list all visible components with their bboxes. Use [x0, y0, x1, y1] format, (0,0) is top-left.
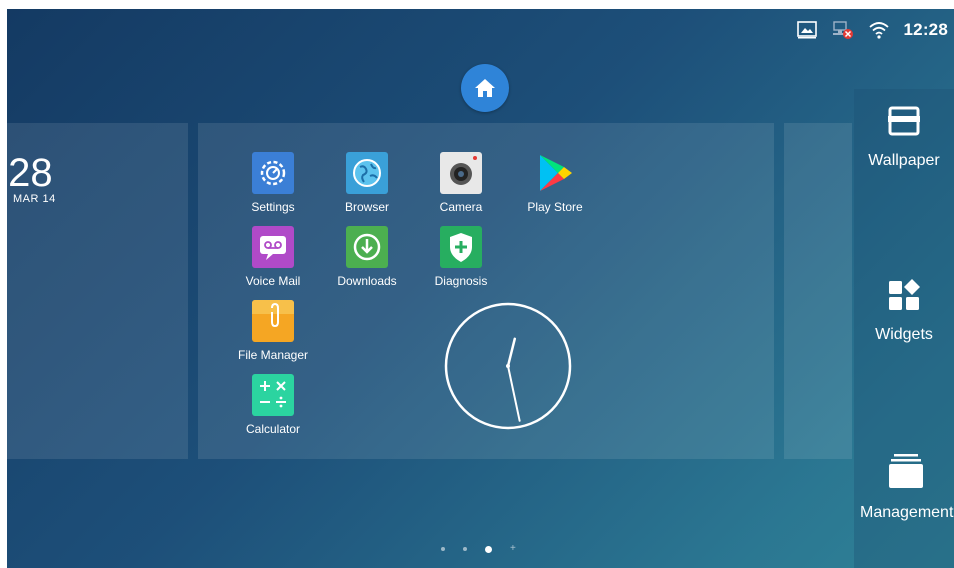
- app-label: File Manager: [237, 348, 309, 362]
- screenshot-icon: [796, 20, 818, 40]
- app-play-store[interactable]: Play Store: [517, 152, 593, 214]
- page-dot-current[interactable]: [485, 545, 492, 553]
- page-preview-right[interactable]: [784, 123, 852, 459]
- app-browser[interactable]: Browser: [329, 152, 405, 214]
- clock-date: MAR 14: [13, 193, 56, 205]
- camera-icon: [440, 152, 482, 194]
- clock-hour-hand: [506, 337, 517, 368]
- status-time: 12:28: [903, 20, 948, 39]
- app-diagnosis[interactable]: Diagnosis: [423, 226, 499, 288]
- app-label: Calculator: [245, 422, 301, 436]
- add-page-icon[interactable]: +: [510, 544, 516, 554]
- management-button[interactable]: Management: [858, 451, 954, 522]
- app-voice-mail[interactable]: Voice Mail: [235, 226, 311, 288]
- wallpaper-icon: [888, 106, 920, 136]
- side-menu-label: Management: [860, 504, 954, 521]
- launcher-screen: 12:28 :28 MAR 14 Settings Browser Camera: [7, 9, 954, 568]
- settings-icon: [252, 152, 294, 194]
- app-label: Browser: [344, 200, 389, 214]
- app-label: Downloads: [337, 274, 397, 288]
- widgets-button[interactable]: Widgets: [854, 277, 954, 344]
- home-icon: [475, 79, 495, 97]
- clock-minute-hand: [507, 365, 521, 422]
- page-dot[interactable]: [463, 547, 467, 551]
- widgets-icon: [889, 279, 920, 310]
- file-manager-icon: [252, 300, 294, 342]
- page-indicator: +: [441, 544, 516, 554]
- app-calculator[interactable]: Calculator: [235, 374, 311, 436]
- diagnosis-icon: [440, 226, 482, 268]
- home-button[interactable]: [461, 64, 509, 112]
- status-bar: 12:28: [796, 19, 948, 41]
- app-downloads[interactable]: Downloads: [329, 226, 405, 288]
- app-label: Diagnosis: [434, 274, 488, 288]
- app-file-manager[interactable]: File Manager: [235, 300, 311, 362]
- management-icon: [889, 454, 923, 488]
- page-preview-left[interactable]: :28 MAR 14: [7, 123, 188, 459]
- app-label: Play Store: [527, 200, 583, 214]
- voicemail-icon: [252, 226, 294, 268]
- side-menu-label: Widgets: [875, 326, 933, 343]
- ethernet-disconnected-icon: [832, 20, 854, 40]
- app-settings[interactable]: Settings: [235, 152, 311, 214]
- app-label: Voice Mail: [245, 274, 301, 288]
- digital-clock-widget: :28: [7, 151, 53, 195]
- app-label: Settings: [251, 200, 295, 214]
- downloads-icon: [346, 226, 388, 268]
- wallpaper-button[interactable]: Wallpaper: [854, 103, 954, 170]
- side-menu-label: Wallpaper: [868, 152, 940, 169]
- edit-side-menu: Wallpaper Widgets Management: [854, 89, 954, 568]
- app-camera[interactable]: Camera: [423, 152, 499, 214]
- page-dot[interactable]: [441, 547, 445, 551]
- app-label: Camera: [439, 200, 483, 214]
- wifi-icon: [868, 20, 890, 40]
- calculator-icon: [252, 374, 294, 416]
- play-store-icon: [534, 152, 576, 194]
- browser-icon: [346, 152, 388, 194]
- analog-clock-widget[interactable]: [444, 302, 572, 430]
